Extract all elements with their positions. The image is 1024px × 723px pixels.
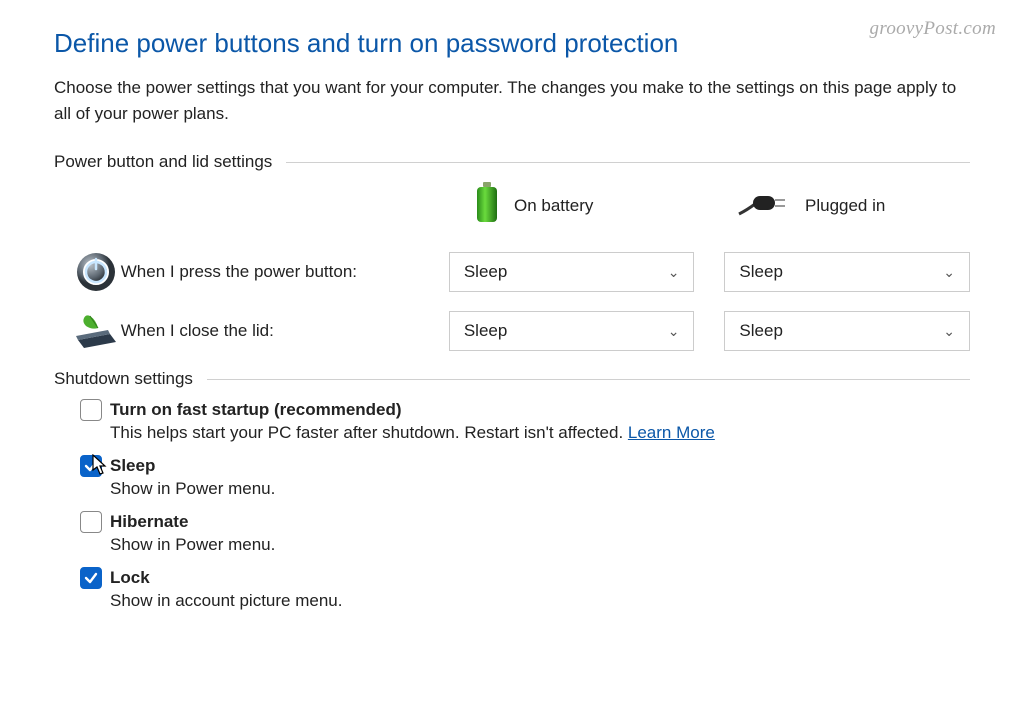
plug-icon xyxy=(737,188,791,223)
select-close-lid-plugged[interactable]: Sleep ⌄ xyxy=(724,311,970,351)
checkbox-fast-startup[interactable] xyxy=(80,399,102,421)
chevron-down-icon: ⌄ xyxy=(943,323,955,340)
option-hibernate-label: Hibernate xyxy=(110,512,188,532)
option-sleep-label: Sleep xyxy=(110,456,155,476)
divider xyxy=(207,379,970,380)
option-fast-startup-desc-text: This helps start your PC faster after sh… xyxy=(110,423,628,442)
laptop-lid-icon xyxy=(72,312,121,350)
option-fast-startup-desc: This helps start your PC faster after sh… xyxy=(110,423,970,443)
select-power-button-plugged-value: Sleep xyxy=(739,262,782,282)
select-power-button-battery-value: Sleep xyxy=(464,262,507,282)
option-sleep-desc: Show in Power menu. xyxy=(110,479,970,499)
checkbox-sleep[interactable] xyxy=(80,455,102,477)
divider xyxy=(286,162,970,163)
option-fast-startup: Turn on fast startup (recommended) This … xyxy=(80,399,970,443)
row-power-button-label: When I press the power button: xyxy=(121,262,449,282)
checkbox-lock[interactable] xyxy=(80,567,102,589)
section-header-shutdown-label: Shutdown settings xyxy=(54,369,193,389)
column-header-plugged: Plugged in xyxy=(737,182,970,229)
section-header-shutdown: Shutdown settings xyxy=(54,369,970,389)
column-header-battery-label: On battery xyxy=(514,196,593,216)
select-close-lid-plugged-value: Sleep xyxy=(739,321,782,341)
option-sleep: Sleep Show in Power menu. xyxy=(80,455,970,499)
battery-icon xyxy=(474,182,500,229)
row-close-lid-label: When I close the lid: xyxy=(121,321,449,341)
option-lock: Lock Show in account picture menu. xyxy=(80,567,970,611)
checkbox-hibernate[interactable] xyxy=(80,511,102,533)
watermark-text: groovyPost.com xyxy=(870,18,996,40)
chevron-down-icon: ⌄ xyxy=(668,264,680,281)
option-hibernate-desc: Show in Power menu. xyxy=(110,535,970,555)
option-hibernate: Hibernate Show in Power menu. xyxy=(80,511,970,555)
option-lock-desc: Show in account picture menu. xyxy=(110,591,970,611)
select-power-button-plugged[interactable]: Sleep ⌄ xyxy=(724,252,970,292)
chevron-down-icon: ⌄ xyxy=(943,264,955,281)
section-header-power-lid: Power button and lid settings xyxy=(54,152,970,172)
page-description: Choose the power settings that you want … xyxy=(54,75,970,126)
learn-more-link[interactable]: Learn More xyxy=(628,423,715,442)
chevron-down-icon: ⌄ xyxy=(668,323,680,340)
column-header-plugged-label: Plugged in xyxy=(805,196,885,216)
select-close-lid-battery-value: Sleep xyxy=(464,321,507,341)
column-header-battery: On battery xyxy=(474,182,707,229)
select-power-button-battery[interactable]: Sleep ⌄ xyxy=(449,252,695,292)
power-button-icon xyxy=(72,251,121,293)
row-power-button: When I press the power button: Sleep ⌄ S… xyxy=(54,251,970,293)
option-lock-label: Lock xyxy=(110,568,150,588)
section-header-power-lid-label: Power button and lid settings xyxy=(54,152,272,172)
page-title: Define power buttons and turn on passwor… xyxy=(54,28,970,59)
row-close-lid: When I close the lid: Sleep ⌄ Sleep ⌄ xyxy=(54,311,970,351)
select-close-lid-battery[interactable]: Sleep ⌄ xyxy=(449,311,695,351)
option-fast-startup-label: Turn on fast startup (recommended) xyxy=(110,400,402,420)
